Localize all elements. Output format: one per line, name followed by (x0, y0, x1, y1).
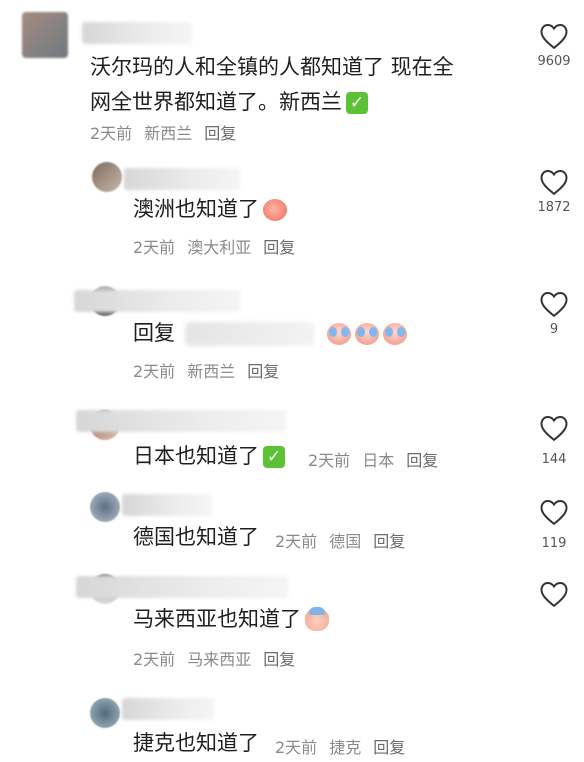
like-count: 144 (541, 452, 567, 467)
comment-text-body: 日本也知道了 (133, 444, 259, 468)
location: 捷克 (329, 738, 362, 757)
heart-icon (540, 169, 568, 196)
comment-text: 马来西亚也知道了 (133, 604, 329, 634)
comment-text-line2: 网全世界都知道了。新西兰 (90, 90, 342, 114)
reply-button[interactable]: 回复 (204, 124, 236, 143)
timestamp: 2天前 (308, 451, 351, 470)
check-mark-emoji-icon: ✓ (346, 92, 368, 114)
reply-button[interactable]: 回复 (373, 738, 405, 757)
username[interactable] (74, 290, 240, 312)
location: 马来西亚 (187, 650, 252, 669)
comment-text: 回复 (133, 318, 407, 348)
like-button[interactable]: 144 (534, 414, 574, 467)
avatar[interactable] (92, 162, 122, 192)
timestamp: 2天前 (133, 238, 176, 257)
like-count: 9609 (537, 54, 571, 69)
comment-text-body: 捷克也知道了 (133, 731, 259, 755)
crying-face-emoji-icon (383, 323, 407, 345)
username[interactable] (76, 410, 286, 432)
username[interactable] (122, 494, 212, 516)
comment-meta: 2天前 日本 回复 (308, 447, 450, 471)
timestamp: 2天前 (133, 362, 176, 381)
username[interactable] (82, 22, 192, 44)
comment-text: 日本也知道了 ✓ (133, 441, 285, 471)
like-button[interactable]: 9 (534, 290, 574, 337)
location: 新西兰 (187, 362, 236, 381)
sweating-face-emoji-icon (305, 607, 329, 631)
like-count: 119 (541, 536, 567, 551)
crying-face-emoji-icon (327, 323, 351, 345)
avatar[interactable] (22, 12, 68, 58)
username[interactable] (76, 576, 288, 598)
comment-meta: 2天前 新西兰 回复 (133, 358, 291, 382)
comment-text: 网全世界都知道了。新西兰 ✓ (90, 87, 368, 117)
comment-text-line1: 沃尔玛的人和全镇的人都知道了 现在全 (90, 55, 454, 79)
heart-icon (540, 23, 568, 50)
comment-text-body: 马来西亚也知道了 (133, 607, 301, 631)
comment-meta: 2天前 澳大利亚 回复 (133, 234, 307, 258)
heart-icon (540, 499, 568, 526)
like-button[interactable]: 119 (534, 498, 574, 551)
reply-button[interactable]: 回复 (406, 451, 438, 470)
comment-meta: 2天前 新西兰 回复 (90, 120, 248, 144)
timestamp: 2天前 (275, 738, 318, 757)
check-mark-emoji-icon: ✓ (263, 446, 285, 468)
comment-text-body: 德国也知道了 (133, 525, 259, 549)
reply-button[interactable]: 回复 (263, 650, 295, 669)
like-count: 9 (549, 322, 559, 337)
location: 日本 (362, 451, 395, 470)
comment-text: 澳洲也知道了 (133, 194, 287, 224)
like-count: 1872 (537, 200, 571, 215)
reply-button[interactable]: 回复 (373, 532, 405, 551)
reply-button[interactable]: 回复 (247, 362, 279, 381)
comment-text-body: 澳洲也知道了 (133, 197, 259, 221)
avatar[interactable] (90, 698, 120, 728)
comment-meta: 2天前 德国 回复 (275, 528, 417, 552)
crying-face-emoji-icon (355, 323, 379, 345)
timestamp: 2天前 (275, 532, 318, 551)
location: 澳大利亚 (187, 238, 252, 257)
timestamp: 2天前 (90, 124, 133, 143)
reply-button[interactable]: 回复 (263, 238, 295, 257)
comment-text-body: 回复 (133, 321, 175, 345)
like-button[interactable]: 9609 (534, 22, 574, 69)
comment-text: 德国也知道了 (133, 522, 259, 552)
username[interactable] (124, 168, 240, 190)
heart-icon (540, 415, 568, 442)
location: 德国 (329, 532, 362, 551)
like-button[interactable]: 1872 (534, 168, 574, 215)
like-button[interactable] (534, 580, 574, 608)
username[interactable] (122, 698, 214, 720)
comment-meta: 2天前 捷克 回复 (275, 734, 417, 758)
peach-face-emoji-icon (263, 199, 287, 221)
comment-text: 捷克也知道了 (133, 728, 259, 758)
heart-icon (540, 581, 568, 608)
timestamp: 2天前 (133, 650, 176, 669)
comment-text: 沃尔玛的人和全镇的人都知道了 现在全 (90, 52, 454, 82)
comment-meta: 2天前 马来西亚 回复 (133, 646, 307, 670)
heart-icon (540, 291, 568, 318)
mention-redacted[interactable] (185, 322, 315, 346)
location: 新西兰 (144, 124, 193, 143)
avatar[interactable] (90, 492, 120, 522)
